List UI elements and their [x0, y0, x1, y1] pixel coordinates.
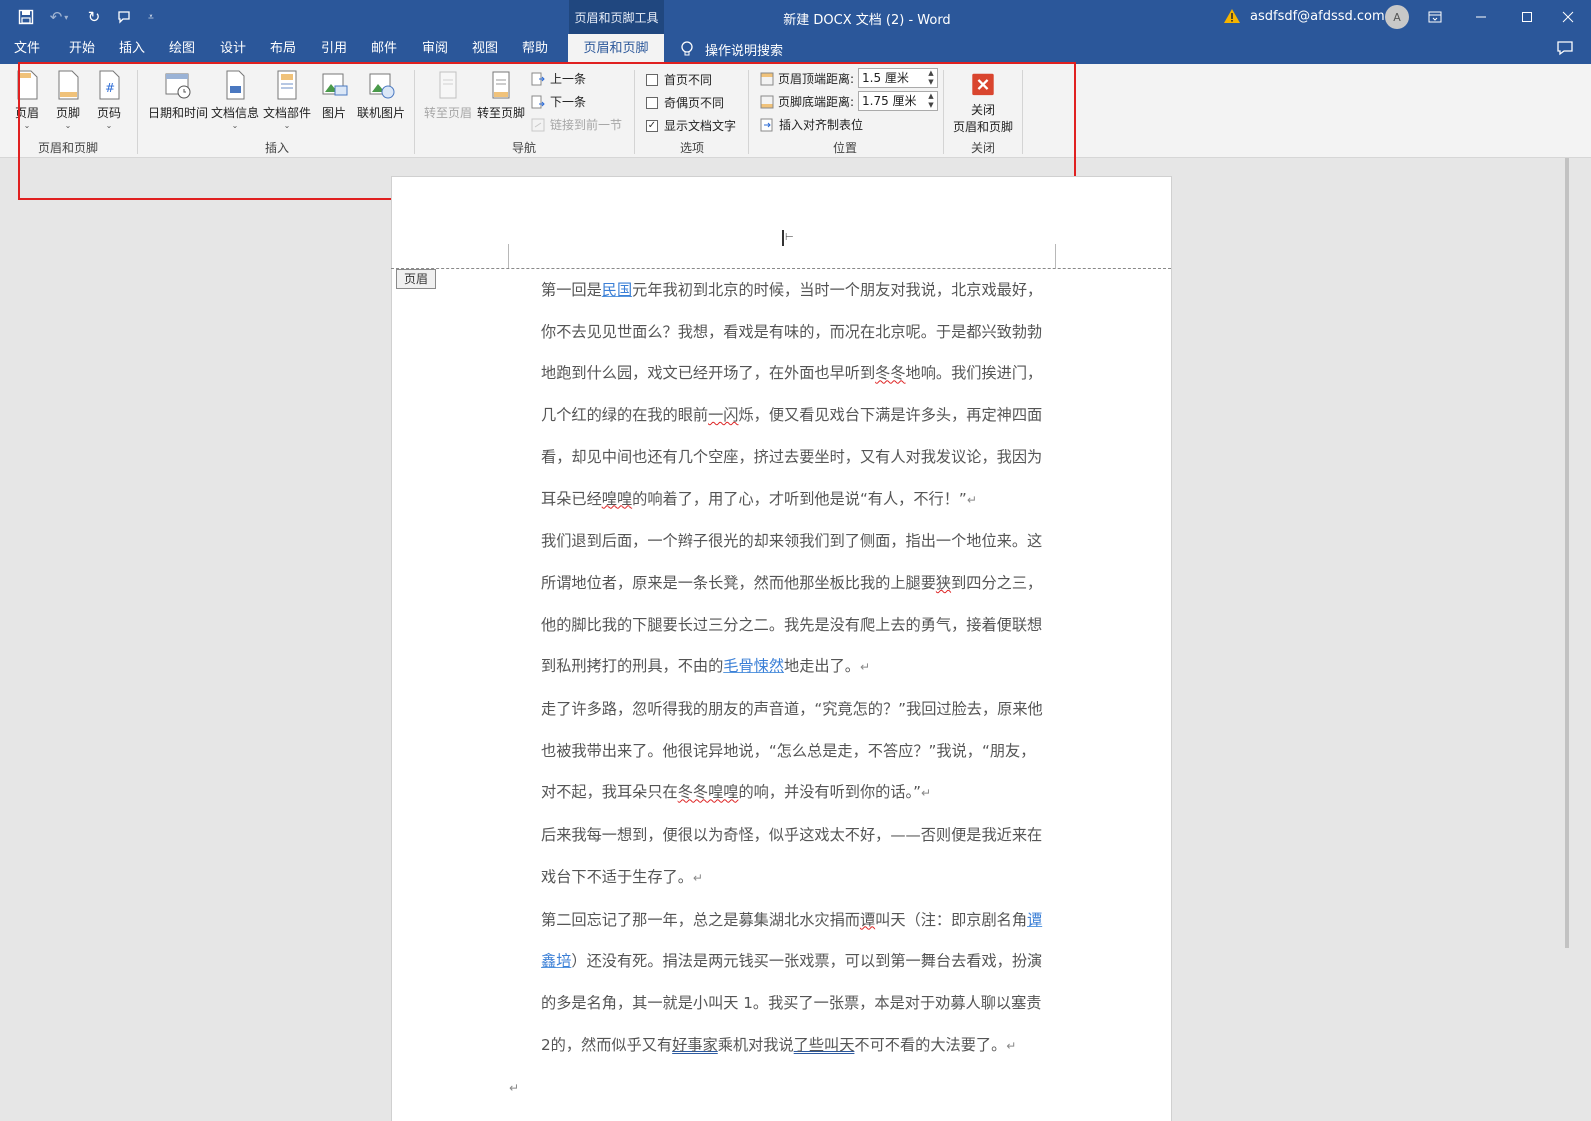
tab-draw[interactable]: 绘图 — [169, 34, 195, 64]
tab-layout[interactable]: 布局 — [270, 34, 296, 64]
paragraph: 第一回是民国元年我初到北京的时候，当时一个朋友对我说，北京戏最好，你不去见见世面… — [541, 281, 1043, 508]
search-label: 操作说明搜索 — [705, 43, 784, 59]
paragraph: 后来我每一想到，便很以为奇怪，似乎这戏太不好，——否则便是我近来在戏台下不适于生… — [541, 826, 1043, 886]
account-email[interactable]: asdfsdf@afdssd.com — [1250, 9, 1385, 24]
paragraph: 走了许多路，忽听得我的朋友的声音道，“究竟怎的？”我回过脸去，原来他也被我带出来… — [541, 700, 1043, 802]
text-cursor — [782, 230, 784, 246]
ribbon-display-options-icon[interactable] — [1412, 0, 1458, 34]
tab-view[interactable]: 视图 — [472, 34, 498, 64]
paragraph: 我们退到后面，一个辫子很光的却来领我们到了侧面，指出一个地位来。这所谓地位者，原… — [541, 532, 1043, 676]
tell-me-search[interactable]: 操作说明搜索 — [680, 34, 783, 64]
vertical-scrollbar[interactable] — [1565, 158, 1569, 948]
lightbulb-icon — [681, 41, 693, 56]
tab-insert[interactable]: 插入 — [119, 34, 145, 64]
header-tag: 页眉 — [396, 269, 436, 289]
header-boundary-line — [391, 268, 1171, 269]
avatar[interactable]: A — [1385, 5, 1409, 29]
tab-references[interactable]: 引用 — [321, 34, 347, 64]
maximize-icon[interactable] — [1504, 0, 1550, 34]
close-window-icon[interactable] — [1545, 0, 1591, 34]
ribbon-tabs: 文件 开始 插入 绘图 设计 布局 引用 邮件 审阅 视图 帮助 页眉和页脚 操… — [0, 34, 1591, 64]
minimize-icon[interactable] — [1458, 0, 1504, 34]
tab-design[interactable]: 设计 — [220, 34, 246, 64]
tab-home[interactable]: 开始 — [69, 34, 95, 64]
empty-paragraph: ↵ — [509, 1081, 520, 1096]
margin-corner-mark — [508, 244, 509, 268]
header-paragraph-mark: ⊢ — [785, 232, 794, 243]
tab-review[interactable]: 审阅 — [422, 34, 448, 64]
tab-file[interactable]: 文件 — [14, 34, 40, 64]
comments-icon[interactable] — [1556, 40, 1574, 60]
tab-help[interactable]: 帮助 — [522, 34, 548, 64]
tab-mailings[interactable]: 邮件 — [371, 34, 397, 64]
paragraph: 第二回忘记了那一年，总之是募集湖北水灾捐而谭叫天（注：即京剧名角谭鑫培）还没有死… — [541, 910, 1043, 1054]
tab-header-footer[interactable]: 页眉和页脚 — [568, 34, 664, 64]
warning-icon[interactable] — [1223, 8, 1241, 24]
title-bar: ↶ ▾ ↻ ⩡ 页眉和页脚工具 新建 DOCX 文档 (2) - Word asd… — [0, 0, 1591, 34]
document-body[interactable]: 第一回是民国元年我初到北京的时候，当时一个朋友对我说，北京戏最好，你不去见见世面… — [509, 270, 1049, 1110]
margin-corner-mark — [1055, 244, 1056, 268]
